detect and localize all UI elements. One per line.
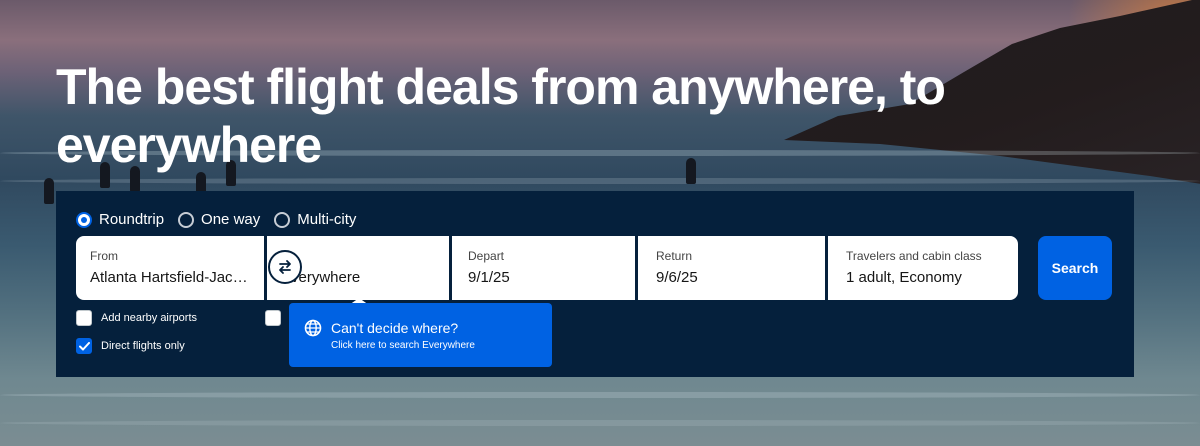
return-label: Return (656, 249, 693, 263)
radio-selected[interactable] (76, 211, 92, 228)
radio-unselected[interactable] (274, 211, 291, 228)
travelers-field[interactable]: Travelers and cabin class 1 adult, Econo… (828, 236, 1018, 300)
wave (0, 178, 1200, 184)
nearby-airports-option[interactable]: Add nearby airports (76, 310, 197, 326)
direct-flights-label: Direct flights only (101, 340, 185, 352)
depart-value[interactable]: 9/1/25 (468, 269, 621, 286)
popover-title: Can't decide where? (331, 320, 459, 336)
everywhere-popover[interactable]: Can't decide where? Click here to search… (289, 303, 552, 367)
trip-type-multi-city[interactable]: Multi-city (274, 211, 356, 228)
nearby-airports-label: Add nearby airports (101, 312, 197, 324)
search-fields: From Atlanta Hartsfield-Jack... To Every… (76, 236, 1018, 300)
trip-type-selector: Roundtrip One way Multi-city (76, 211, 356, 228)
swap-arrows-icon (279, 260, 291, 274)
wave (0, 420, 1200, 426)
search-button[interactable]: Search (1038, 236, 1112, 300)
destination-nearby-airports-checkbox[interactable] (265, 310, 281, 326)
to-label: To (281, 249, 435, 263)
direct-flights-checkbox[interactable] (76, 338, 92, 354)
travelers-label: Travelers and cabin class (846, 249, 982, 263)
from-value[interactable]: Atlanta Hartsfield-Jack... (90, 269, 250, 286)
from-label: From (90, 249, 118, 263)
person-silhouette (44, 178, 54, 204)
swap-airports-button[interactable] (268, 250, 302, 284)
search-options: Add nearby airports Direct flights only (76, 310, 197, 366)
trip-type-label: Roundtrip (99, 211, 165, 228)
direct-flights-option[interactable]: Direct flights only (76, 338, 197, 354)
page-headline: The best flight deals from anywhere, to … (56, 58, 1056, 174)
travelers-value[interactable]: 1 adult, Economy (846, 269, 1004, 286)
depart-label: Depart (468, 249, 505, 263)
nearby-airports-checkbox[interactable] (76, 310, 92, 326)
wave (0, 392, 1200, 398)
checkmark-icon (78, 341, 90, 350)
return-value[interactable]: 9/6/25 (656, 269, 811, 286)
globe-icon (304, 319, 322, 342)
trip-type-label: One way (201, 211, 261, 228)
depart-field[interactable]: Depart 9/1/25 (452, 236, 635, 300)
trip-type-label: Multi-city (297, 211, 357, 228)
to-value[interactable]: Everywhere (281, 269, 435, 286)
from-field[interactable]: From Atlanta Hartsfield-Jack... (76, 236, 264, 300)
radio-unselected[interactable] (178, 211, 195, 228)
headline-line: The best flight deals from anywhere, to (56, 59, 946, 115)
trip-type-one-way[interactable]: One way (178, 211, 260, 228)
popover-subtitle: Click here to search Everywhere (331, 340, 475, 351)
trip-type-roundtrip[interactable]: Roundtrip (76, 211, 164, 228)
return-field[interactable]: Return 9/6/25 (638, 236, 825, 300)
flight-search-panel: Roundtrip One way Multi-city From Atlant… (56, 191, 1134, 377)
headline-line: everywhere (56, 117, 322, 173)
